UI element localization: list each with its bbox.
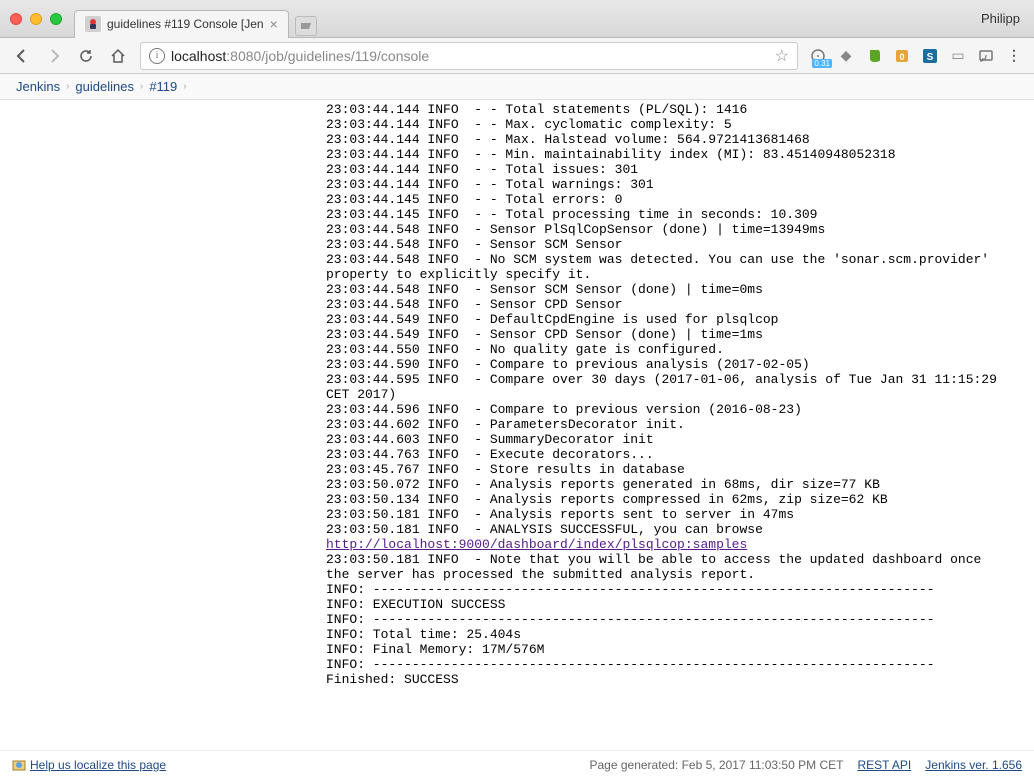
forward-button[interactable] <box>40 42 68 70</box>
footer-left: Help us localize this page <box>12 758 166 772</box>
extension-icon[interactable]: ▭ <box>948 46 968 66</box>
home-button[interactable] <box>104 42 132 70</box>
tab-close-icon[interactable]: × <box>270 16 278 32</box>
extension-icon[interactable]: ◆ <box>836 46 856 66</box>
svg-text:S: S <box>927 52 934 63</box>
browser-profile[interactable]: Philipp <box>981 11 1024 26</box>
jenkins-version-link[interactable]: Jenkins ver. 1.656 <box>925 758 1022 772</box>
breadcrumb: Jenkins › guidelines › #119 › <box>0 74 1034 100</box>
sonar-dashboard-link[interactable]: http://localhost:9000/dashboard/index/pl… <box>326 537 747 552</box>
close-window-button[interactable] <box>10 13 22 25</box>
extension-badge: 0.31 <box>812 59 832 68</box>
browser-tab[interactable]: guidelines #119 Console [Jen × <box>74 10 289 38</box>
svg-text:0: 0 <box>899 52 904 62</box>
browser-titlebar: guidelines #119 Console [Jen × Philipp <box>0 0 1034 38</box>
minimize-window-button[interactable] <box>30 13 42 25</box>
cast-icon[interactable] <box>976 46 996 66</box>
reload-button[interactable] <box>72 42 100 70</box>
breadcrumb-link[interactable]: #119 <box>143 79 183 94</box>
breadcrumb-link[interactable]: guidelines <box>69 79 140 94</box>
extension-icon[interactable]: 0 <box>892 46 912 66</box>
console-text: 23:03:44.144 INFO - - Total statements (… <box>326 102 1034 687</box>
globe-icon <box>12 758 26 772</box>
window-controls <box>10 13 62 25</box>
back-button[interactable] <box>8 42 36 70</box>
console-output: 23:03:44.144 INFO - - Total statements (… <box>0 100 1034 687</box>
menu-icon[interactable]: ⋮ <box>1004 46 1024 66</box>
extension-icon[interactable]: S <box>920 46 940 66</box>
chevron-right-icon: › <box>183 81 186 92</box>
page-generated-text: Page generated: Feb 5, 2017 11:03:50 PM … <box>590 758 844 772</box>
evernote-extension-icon[interactable] <box>864 46 884 66</box>
tab-title: guidelines #119 Console [Jen <box>107 17 264 31</box>
new-tab-button[interactable] <box>295 16 317 36</box>
bookmark-star-icon[interactable]: ☆ <box>775 46 789 66</box>
breadcrumb-link[interactable]: Jenkins <box>10 79 66 94</box>
localize-link[interactable]: Help us localize this page <box>30 758 166 772</box>
jenkins-favicon <box>85 16 101 32</box>
extension-icon[interactable]: 0.31 <box>808 46 828 66</box>
url-host: localhost <box>171 48 226 64</box>
browser-toolbar: i localhost:8080/job/guidelines/119/cons… <box>0 38 1034 74</box>
maximize-window-button[interactable] <box>50 13 62 25</box>
url-port: :8080 <box>226 48 261 64</box>
url-path: /job/guidelines/119/console <box>261 48 429 64</box>
site-info-icon[interactable]: i <box>149 48 165 64</box>
page-footer: Help us localize this page Page generate… <box>0 750 1034 778</box>
footer-right: Page generated: Feb 5, 2017 11:03:50 PM … <box>590 758 1023 772</box>
rest-api-link[interactable]: REST API <box>857 758 911 772</box>
url-bar[interactable]: i localhost:8080/job/guidelines/119/cons… <box>140 42 798 70</box>
